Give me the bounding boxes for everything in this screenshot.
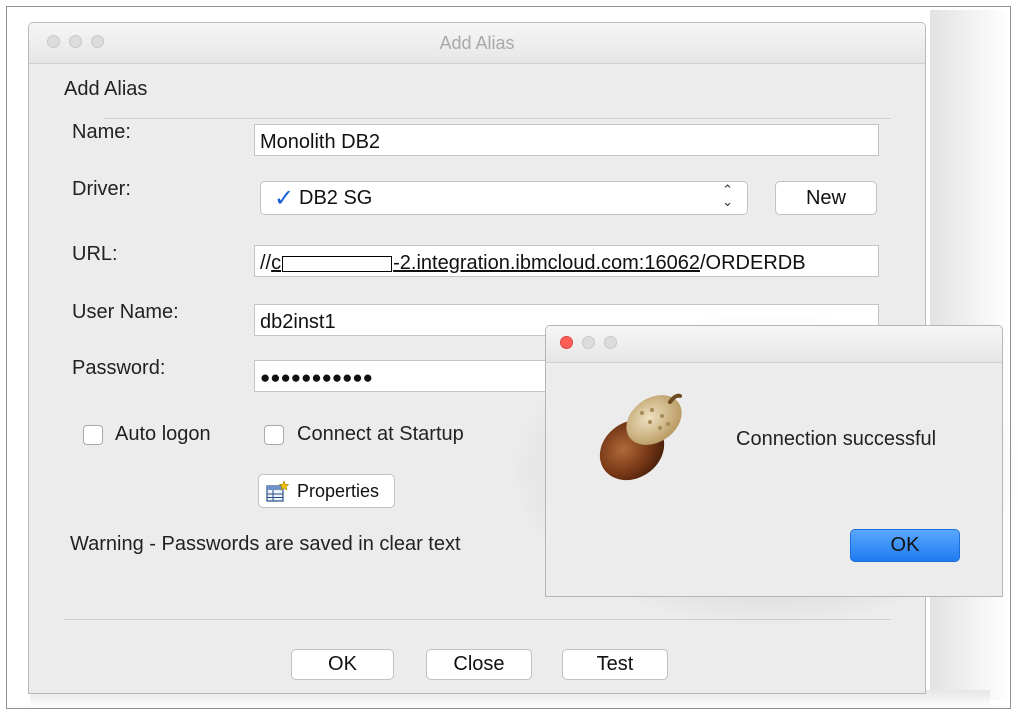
dialog-titlebar bbox=[546, 326, 1002, 363]
close-button[interactable]: Close bbox=[426, 649, 532, 680]
dialog-ok-button[interactable]: OK bbox=[850, 529, 960, 562]
connect-startup-label: Connect at Startup bbox=[297, 423, 464, 445]
window-titlebar: Add Alias bbox=[29, 23, 925, 64]
dialog-zoom-button[interactable] bbox=[604, 336, 617, 349]
dialog-message: Connection successful bbox=[736, 428, 937, 450]
section-label: Add Alias bbox=[64, 78, 148, 100]
url-host-end: -2.integration.ibmcloud.com:16062 bbox=[393, 252, 700, 274]
url-label: URL: bbox=[72, 243, 118, 265]
dialog-close-button[interactable] bbox=[560, 336, 573, 349]
url-host-start: c bbox=[271, 252, 282, 274]
url-prefix: // bbox=[260, 252, 272, 274]
driver-label: Driver: bbox=[72, 178, 131, 200]
warning-text: Warning - Passwords are saved in clear t… bbox=[70, 533, 461, 555]
properties-label: Properties bbox=[297, 481, 380, 501]
ok-button[interactable]: OK bbox=[291, 649, 394, 680]
name-label: Name: bbox=[72, 121, 131, 143]
chevron-updown-icon: ⌃ ⌄ bbox=[722, 182, 733, 209]
window-title: Add Alias bbox=[439, 33, 515, 53]
acorn-icon bbox=[599, 393, 682, 481]
username-label: User Name: bbox=[72, 301, 179, 323]
name-field[interactable]: Monolith DB2 bbox=[254, 124, 879, 156]
auto-logon-checkbox[interactable] bbox=[83, 425, 103, 445]
url-field[interactable]: //c -2.integration.ibmcloud.com:16062/ORD… bbox=[254, 245, 879, 277]
auto-logon-label: Auto logon bbox=[115, 423, 211, 445]
checkmark-icon: ✓ bbox=[274, 185, 295, 212]
properties-icon bbox=[266, 480, 289, 502]
driver-value: DB2 SG bbox=[299, 187, 373, 209]
test-button[interactable]: Test bbox=[562, 649, 668, 680]
driver-select[interactable]: ✓ DB2 SG ⌃ ⌄ bbox=[260, 181, 748, 215]
connect-startup-checkbox[interactable] bbox=[264, 425, 284, 445]
password-label: Password: bbox=[72, 357, 166, 379]
properties-button[interactable]: Properties bbox=[258, 474, 395, 508]
dialog-minimize-button[interactable] bbox=[582, 336, 595, 349]
connection-dialog: Connection successful OK bbox=[545, 325, 1003, 597]
new-driver-button[interactable]: New bbox=[775, 181, 877, 215]
redacted-region bbox=[282, 255, 393, 272]
url-database: /ORDERDB bbox=[699, 252, 806, 274]
section-divider bbox=[104, 118, 891, 119]
